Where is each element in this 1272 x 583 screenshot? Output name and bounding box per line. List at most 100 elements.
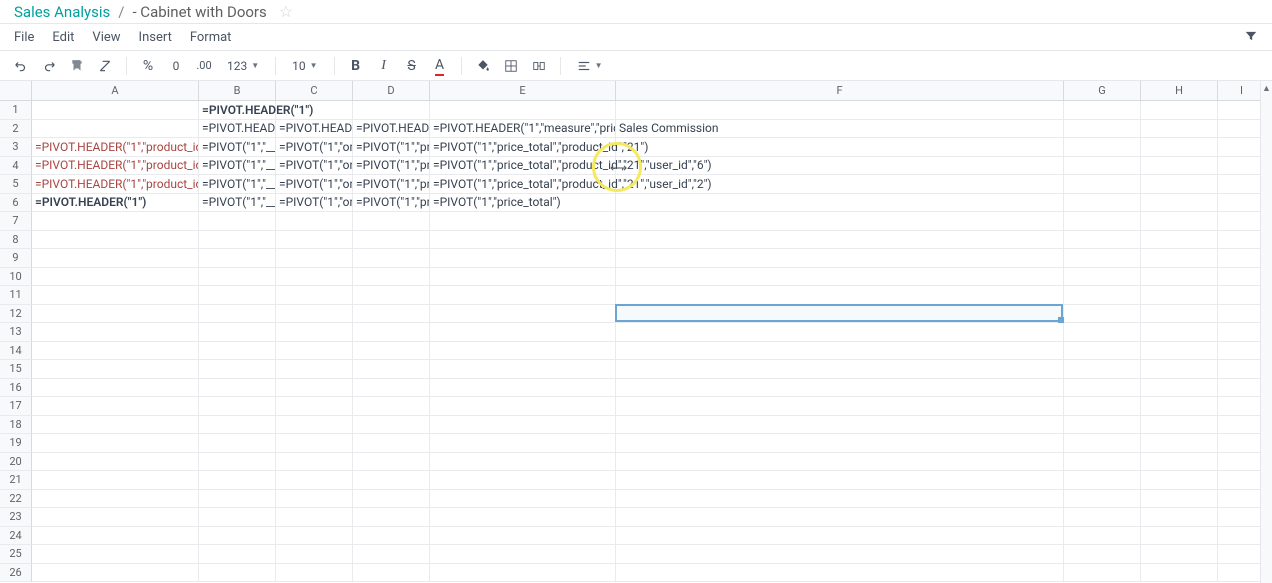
cell-A24[interactable]: [32, 527, 199, 546]
column-header-B[interactable]: B: [199, 81, 276, 100]
cell-H18[interactable]: [1141, 416, 1218, 435]
cell-I19[interactable]: [1218, 434, 1266, 453]
cell-H21[interactable]: [1141, 471, 1218, 490]
cell-G18[interactable]: [1064, 416, 1141, 435]
decimal-decrease-button[interactable]: 0: [165, 55, 187, 77]
cell-H12[interactable]: [1141, 305, 1218, 324]
cell-D10[interactable]: [353, 268, 430, 287]
row-header-25[interactable]: 25: [0, 545, 32, 564]
cell-E5[interactable]: =PIVOT("1","price_total","product_id","2…: [430, 175, 616, 194]
cell-D23[interactable]: [353, 508, 430, 527]
cell-B15[interactable]: [199, 360, 276, 379]
cell-F25[interactable]: [616, 545, 1064, 564]
cell-G12[interactable]: [1064, 305, 1141, 324]
select-all-corner[interactable]: [0, 81, 32, 100]
redo-icon[interactable]: [38, 55, 60, 77]
cell-F11[interactable]: [616, 286, 1064, 305]
cell-F21[interactable]: [616, 471, 1064, 490]
cell-C10[interactable]: [276, 268, 353, 287]
cell-B12[interactable]: [199, 305, 276, 324]
column-header-F[interactable]: F: [616, 81, 1064, 100]
cell-C5[interactable]: =PIVOT("1","orde: [276, 175, 353, 194]
cell-H5[interactable]: [1141, 175, 1218, 194]
cell-H15[interactable]: [1141, 360, 1218, 379]
row-header-3[interactable]: 3: [0, 138, 32, 157]
cell-F24[interactable]: [616, 527, 1064, 546]
row-header-22[interactable]: 22: [0, 490, 32, 509]
cell-D1[interactable]: [353, 101, 430, 120]
cell-D24[interactable]: [353, 527, 430, 546]
cell-H20[interactable]: [1141, 453, 1218, 472]
cell-B10[interactable]: [199, 268, 276, 287]
cell-D25[interactable]: [353, 545, 430, 564]
cell-A21[interactable]: [32, 471, 199, 490]
cell-A6[interactable]: =PIVOT.HEADER("1"): [32, 194, 199, 213]
cell-E8[interactable]: [430, 231, 616, 250]
row-header-1[interactable]: 1: [0, 101, 32, 120]
row-header-18[interactable]: 18: [0, 416, 32, 435]
cell-B11[interactable]: [199, 286, 276, 305]
cell-C18[interactable]: [276, 416, 353, 435]
strikethrough-button[interactable]: S: [401, 55, 423, 77]
cell-H24[interactable]: [1141, 527, 1218, 546]
cell-C16[interactable]: [276, 379, 353, 398]
cell-D11[interactable]: [353, 286, 430, 305]
cell-F1[interactable]: [616, 101, 1064, 120]
cell-A17[interactable]: [32, 397, 199, 416]
borders-icon[interactable]: [500, 55, 522, 77]
row-header-5[interactable]: 5: [0, 175, 32, 194]
cell-D13[interactable]: [353, 323, 430, 342]
cell-C12[interactable]: [276, 305, 353, 324]
cell-G2[interactable]: [1064, 120, 1141, 139]
cell-C26[interactable]: [276, 564, 353, 583]
cell-B2[interactable]: =PIVOT.HEADER: [199, 120, 276, 139]
cell-B17[interactable]: [199, 397, 276, 416]
cell-G23[interactable]: [1064, 508, 1141, 527]
row-header-8[interactable]: 8: [0, 231, 32, 250]
cell-G13[interactable]: [1064, 323, 1141, 342]
cell-H10[interactable]: [1141, 268, 1218, 287]
cell-F6[interactable]: [616, 194, 1064, 213]
cell-E11[interactable]: [430, 286, 616, 305]
cell-E23[interactable]: [430, 508, 616, 527]
cell-A14[interactable]: [32, 342, 199, 361]
cell-B3[interactable]: =PIVOT("1","__co: [199, 138, 276, 157]
cell-F12[interactable]: [616, 305, 1064, 324]
cell-A22[interactable]: [32, 490, 199, 509]
cell-G4[interactable]: [1064, 157, 1141, 176]
cell-E20[interactable]: [430, 453, 616, 472]
cell-B5[interactable]: =PIVOT("1","__co: [199, 175, 276, 194]
menu-insert[interactable]: Insert: [139, 30, 172, 45]
cell-B6[interactable]: =PIVOT("1","__co: [199, 194, 276, 213]
cell-G6[interactable]: [1064, 194, 1141, 213]
row-header-14[interactable]: 14: [0, 342, 32, 361]
row-header-15[interactable]: 15: [0, 360, 32, 379]
cell-A13[interactable]: [32, 323, 199, 342]
cell-I11[interactable]: [1218, 286, 1266, 305]
cell-I6[interactable]: [1218, 194, 1266, 213]
cell-A1[interactable]: [32, 101, 199, 120]
cell-D5[interactable]: =PIVOT("1","price: [353, 175, 430, 194]
cell-A15[interactable]: [32, 360, 199, 379]
filter-icon[interactable]: [1244, 28, 1258, 47]
cell-F22[interactable]: [616, 490, 1064, 509]
row-header-9[interactable]: 9: [0, 249, 32, 268]
cell-C17[interactable]: [276, 397, 353, 416]
cell-B1[interactable]: =PIVOT.HEADER("1"): [199, 101, 276, 120]
cell-F18[interactable]: [616, 416, 1064, 435]
cell-B26[interactable]: [199, 564, 276, 583]
cell-G7[interactable]: [1064, 212, 1141, 231]
cell-A2[interactable]: [32, 120, 199, 139]
text-color-button[interactable]: A: [429, 55, 451, 77]
cell-H22[interactable]: [1141, 490, 1218, 509]
cell-E15[interactable]: [430, 360, 616, 379]
cell-E6[interactable]: =PIVOT("1","price_total"): [430, 194, 616, 213]
cell-G10[interactable]: [1064, 268, 1141, 287]
row-header-21[interactable]: 21: [0, 471, 32, 490]
cell-B16[interactable]: [199, 379, 276, 398]
cell-F19[interactable]: [616, 434, 1064, 453]
cell-I13[interactable]: [1218, 323, 1266, 342]
cell-D15[interactable]: [353, 360, 430, 379]
cell-F7[interactable]: [616, 212, 1064, 231]
cell-A23[interactable]: [32, 508, 199, 527]
